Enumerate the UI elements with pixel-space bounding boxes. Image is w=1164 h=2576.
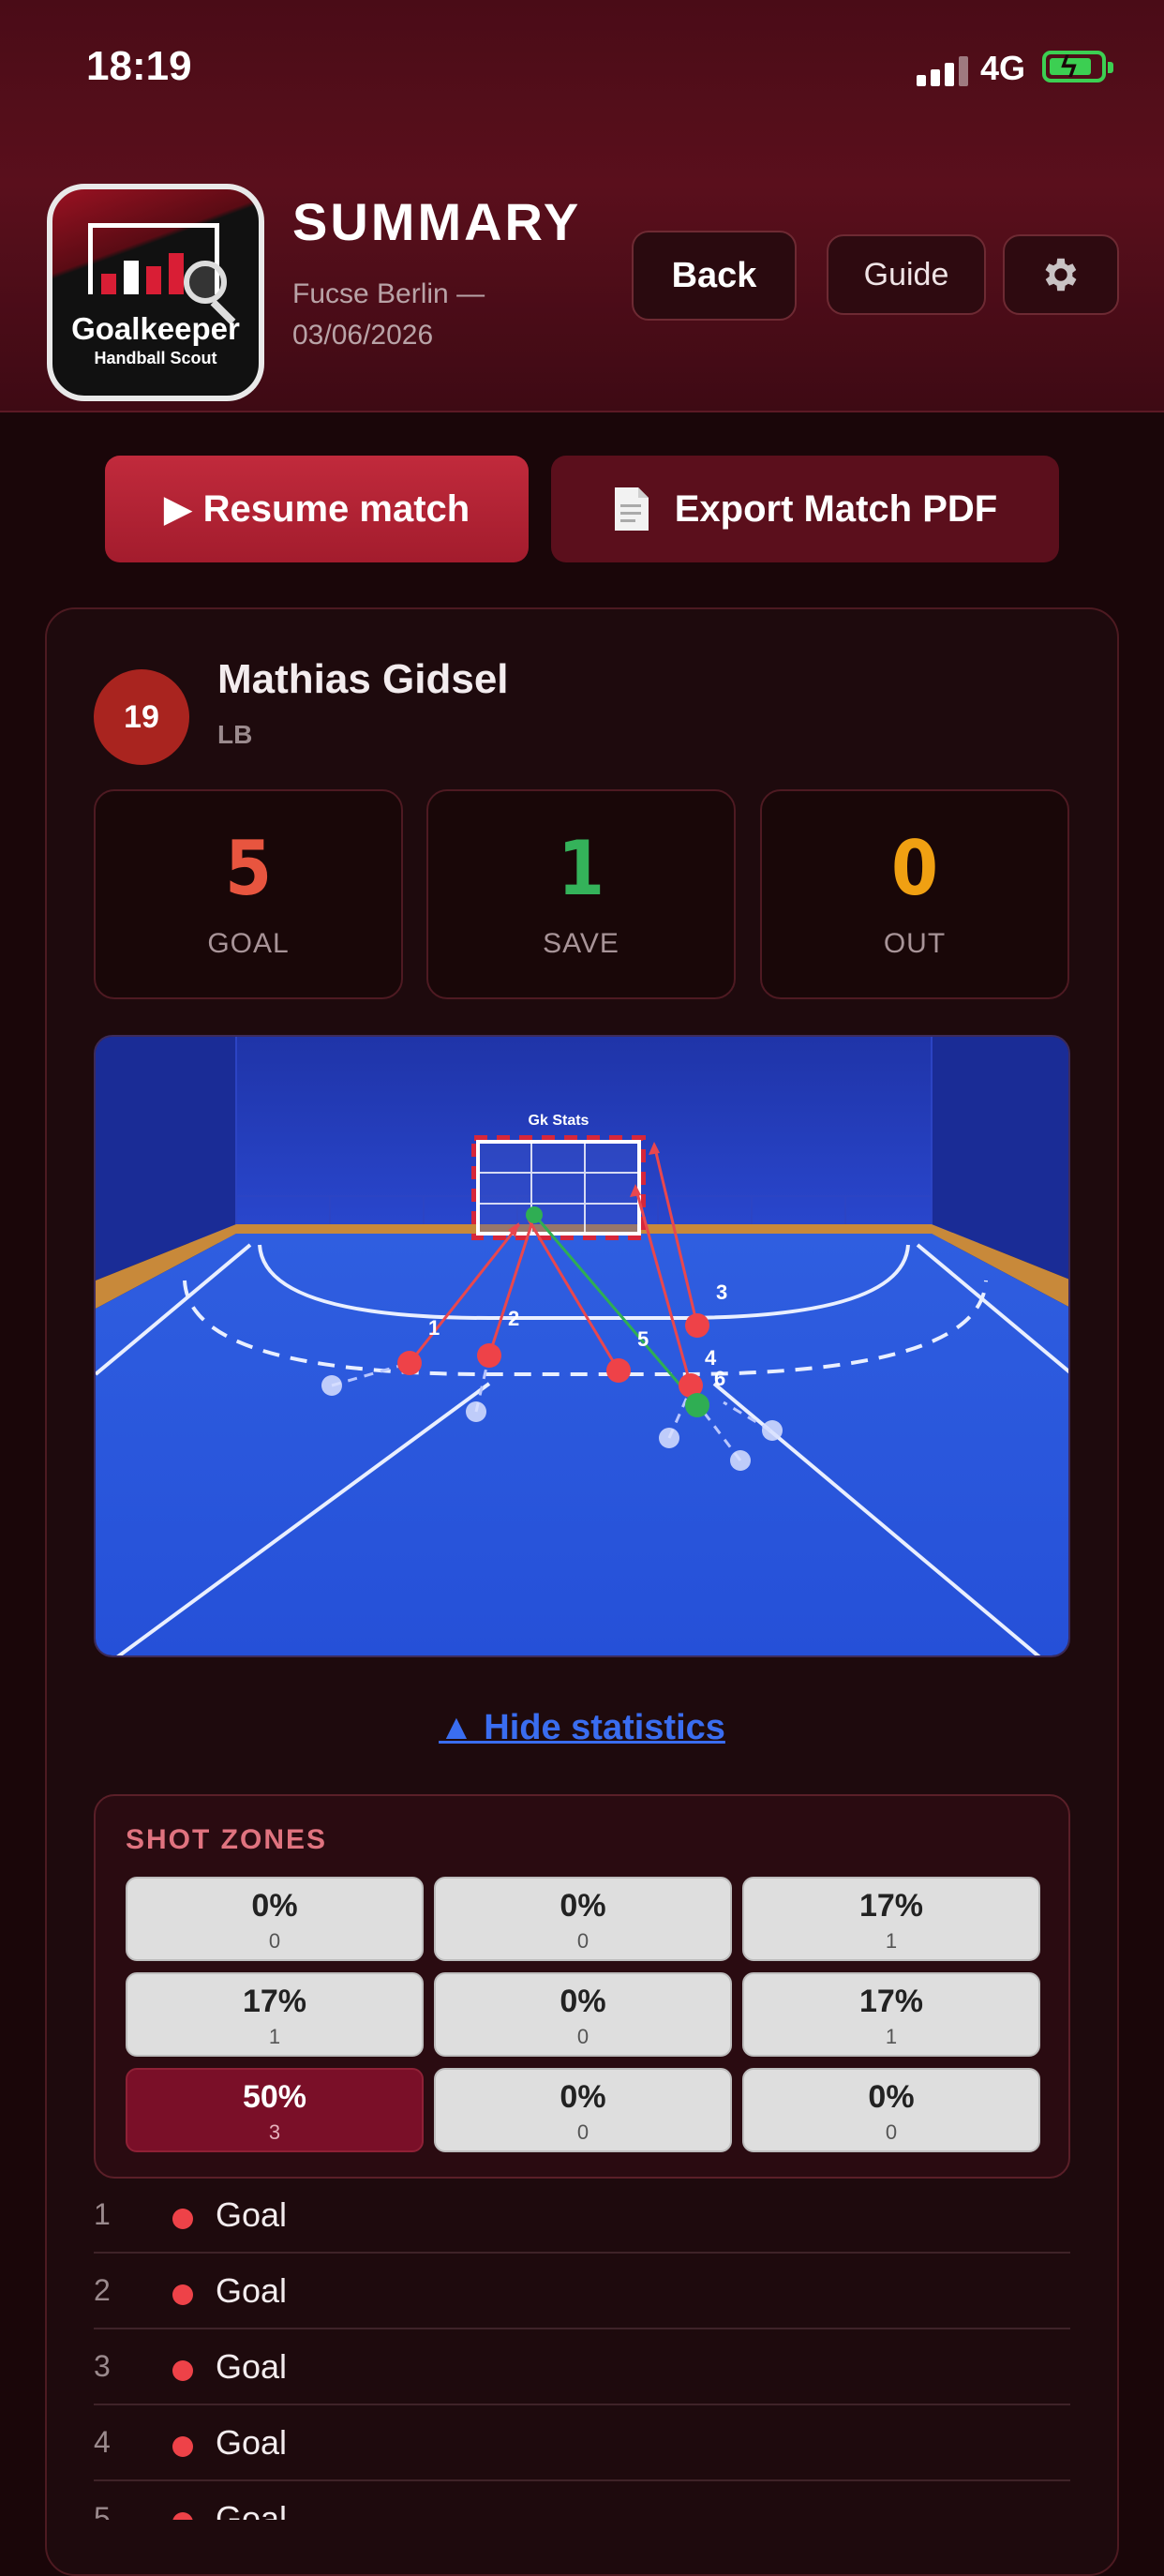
guide-button[interactable]: Guide (827, 234, 986, 315)
goal-dot-icon (172, 2360, 193, 2381)
gear-icon (1045, 258, 1077, 292)
shot-list-item[interactable]: 5 Goal (94, 2482, 1070, 2520)
shot-3-marker[interactable] (685, 1313, 709, 1338)
zone-count: 0 (576, 2120, 589, 2144)
zone-pct: 0% (560, 2079, 606, 2115)
settings-button[interactable] (1003, 234, 1119, 315)
zone-count: 1 (885, 2025, 898, 2048)
zone-top-center[interactable]: 0% 0 (434, 1877, 732, 1961)
zone-count: 0 (885, 2120, 898, 2144)
zone-middle-right[interactable]: 17% 1 (742, 1972, 1040, 2057)
zone-pct: 0% (560, 1888, 606, 1924)
hide-statistics-link[interactable]: ▲ Hide statistics (0, 1708, 1164, 1748)
shot-list-item[interactable]: 2 Goal (94, 2254, 1070, 2329)
shot-2-label: 2 (508, 1307, 519, 1330)
player-number-badge: 19 (94, 669, 189, 765)
zone-pct: 17% (242, 1984, 307, 2019)
zone-count: 0 (268, 1929, 281, 1953)
magnifier-icon (184, 261, 227, 304)
match-subtitle: Fucse Berlin — 03/06/2026 (292, 278, 485, 351)
shot-result: Goal (216, 2195, 288, 2234)
shot-zones-title: SHOT ZONES (126, 1824, 328, 1855)
back-button[interactable]: Back (632, 231, 797, 321)
shot-2-marker[interactable] (477, 1343, 501, 1368)
zone-pct: 50% (242, 2079, 307, 2115)
stat-goal: 5 GOAL (94, 789, 403, 999)
player-position: LB (217, 720, 253, 749)
zone-top-right[interactable]: 17% 1 (742, 1877, 1040, 1961)
page-title: SUMMARY (292, 192, 582, 251)
stat-save-label: SAVE (543, 928, 619, 959)
stat-out: 0 OUT (760, 789, 1069, 999)
shot-index: 1 (94, 2197, 111, 2231)
shot-result: Goal (216, 2271, 288, 2310)
shot-6-label: 6 (714, 1367, 725, 1390)
stat-out-value: 0 (890, 825, 939, 912)
shot-map-court[interactable]: Gk Stats 1 2 3 4 5 6 (94, 1035, 1070, 1657)
shot-5-label: 5 (637, 1327, 649, 1351)
export-pdf-label: Export Match PDF (674, 487, 998, 530)
document-icon (614, 487, 649, 531)
shot-index: 3 (94, 2349, 111, 2383)
stat-save-value: 1 (557, 825, 605, 912)
shot-index: 2 (94, 2273, 111, 2307)
zone-count: 0 (576, 2025, 589, 2048)
zone-top-left[interactable]: 0% 0 (126, 1877, 424, 1961)
zone-pct: 0% (868, 2079, 915, 2115)
stat-goal-value: 5 (224, 825, 273, 912)
logo-subtitle: Handball Scout (94, 349, 217, 367)
stat-goal-label: GOAL (207, 928, 290, 959)
shot-result: Goal (216, 2499, 288, 2520)
shot-map-svg: Gk Stats 1 2 3 4 5 6 (96, 1037, 1068, 1655)
zone-count: 3 (268, 2120, 281, 2144)
zone-count: 0 (576, 1929, 589, 1953)
signal-icon (917, 54, 971, 86)
zone-bottom-left[interactable]: 50% 3 (126, 2068, 424, 2152)
stat-save: 1 SAVE (426, 789, 736, 999)
zone-pct: 17% (858, 1984, 924, 2019)
zone-bottom-center[interactable]: 0% 0 (434, 2068, 732, 2152)
zone-pct: 0% (560, 1984, 606, 2019)
shot-list-item[interactable]: 4 Goal (94, 2406, 1070, 2481)
shot-1-label: 1 (428, 1316, 440, 1340)
shot-zones-panel: SHOT ZONES 0% 0 0% 0 17% 1 17% 1 0% 0 17… (94, 1794, 1070, 2179)
shot-result: Goal (216, 2347, 288, 2386)
battery-icon: ϟ (1042, 50, 1113, 83)
shot-3-label: 3 (716, 1281, 727, 1304)
app-logo: Goalkeeper Handball Scout (47, 184, 264, 401)
shot-index: 5 (94, 2501, 111, 2520)
goal-dot-icon (172, 2512, 193, 2520)
zone-middle-left[interactable]: 17% 1 (126, 1972, 424, 2057)
zone-bottom-right[interactable]: 0% 0 (742, 2068, 1040, 2152)
stat-out-label: OUT (883, 928, 947, 959)
status-time: 18:19 (86, 43, 192, 89)
shot-1-marker[interactable] (397, 1351, 422, 1375)
shot-list-item[interactable]: 3 Goal (94, 2330, 1070, 2405)
resume-match-button[interactable]: ▶ Resume match (105, 456, 529, 562)
goal-label: Gk Stats (529, 1113, 589, 1129)
status-bar: 18:19 4G ϟ (0, 0, 1164, 141)
zone-count: 1 (268, 2025, 281, 2048)
shot-6-marker[interactable] (685, 1393, 709, 1417)
shot-index: 4 (94, 2425, 111, 2459)
zone-pct: 0% (251, 1888, 298, 1924)
shot-list-item[interactable]: 1 Goal (94, 2179, 1070, 2254)
goal-dot-icon (172, 2209, 193, 2229)
shot-result: Goal (216, 2423, 288, 2462)
goal-dot-icon (172, 2436, 193, 2457)
zone-count: 1 (885, 1929, 898, 1953)
network-type: 4G (980, 49, 1026, 87)
goal-dot-icon (172, 2284, 193, 2305)
zone-pct: 17% (858, 1888, 924, 1924)
zone-middle-center[interactable]: 0% 0 (434, 1972, 732, 2057)
logo-brand: Goalkeeper (71, 311, 240, 346)
player-name: Mathias Gidsel (217, 656, 509, 702)
export-pdf-button[interactable]: Export Match PDF (551, 456, 1059, 562)
shot-5-marker[interactable] (606, 1358, 631, 1383)
